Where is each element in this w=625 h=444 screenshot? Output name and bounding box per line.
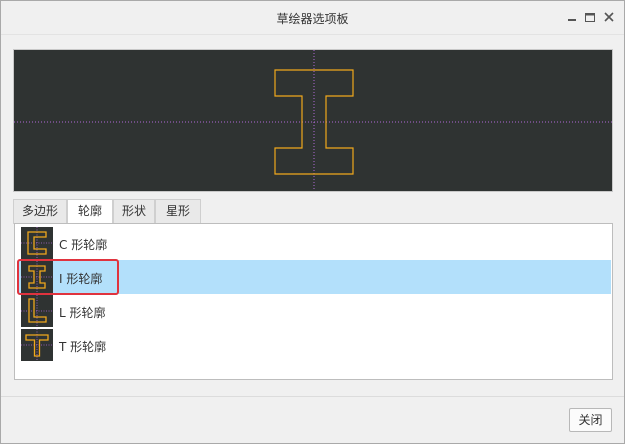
list-item-t-profile[interactable]: T 形轮廓 <box>19 328 611 362</box>
tab-shape[interactable]: 形状 <box>113 199 155 224</box>
close-window-button[interactable] <box>601 9 617 25</box>
shape-preview <box>13 49 613 192</box>
list-item-label: L 形轮廓 <box>59 306 106 320</box>
maximize-icon <box>585 13 595 22</box>
t-profile-icon <box>21 329 53 361</box>
tab-polygon[interactable]: 多边形 <box>13 199 67 224</box>
maximize-button[interactable] <box>582 9 598 25</box>
l-profile-icon <box>21 295 53 327</box>
footer-divider <box>1 396 624 397</box>
list-item-l-profile[interactable]: L 形轮廓 <box>19 294 611 328</box>
minimize-icon <box>568 19 576 21</box>
title-bar[interactable]: 草绘器选项板 <box>1 1 624 35</box>
selection-highlight-frame <box>17 259 119 295</box>
close-icon <box>604 12 614 22</box>
minimize-button[interactable] <box>564 9 580 25</box>
c-profile-icon <box>21 227 53 259</box>
close-button[interactable]: 关闭 <box>569 408 612 432</box>
profile-list: C 形轮廓 I 形轮廓 L 形轮廓 T 形轮廓 <box>14 223 613 380</box>
window-title: 草绘器选项板 <box>276 12 349 26</box>
list-item-c-profile[interactable]: C 形轮廓 <box>19 226 611 260</box>
tab-profile[interactable]: 轮廓 <box>67 199 113 225</box>
list-item-label: T 形轮廓 <box>59 340 107 354</box>
palette-tabs: 多边形 轮廓 形状 星形 <box>13 199 613 225</box>
tab-star[interactable]: 星形 <box>155 199 201 224</box>
i-profile-preview-drawing <box>14 50 612 191</box>
list-item-label: C 形轮廓 <box>59 238 108 252</box>
sketcher-palette-window: 草绘器选项板 多边形 轮廓 形状 星形 C 形轮廓 I 形轮廓 L 形轮廓 T … <box>0 0 625 444</box>
